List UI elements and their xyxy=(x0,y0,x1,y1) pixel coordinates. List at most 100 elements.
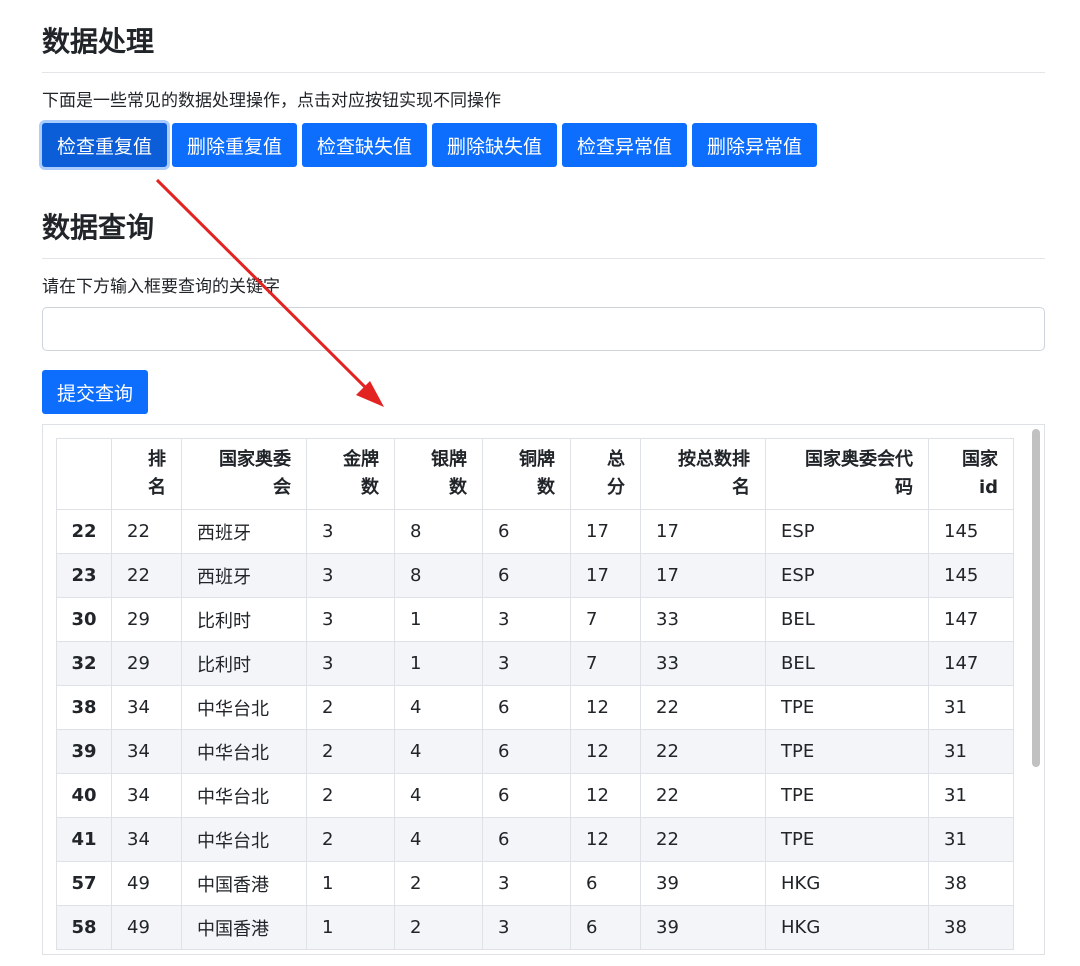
delete-outliers-button[interactable]: 删除异常值 xyxy=(692,123,818,167)
cell-rank-by-total: 22 xyxy=(640,773,766,818)
table-header-row: 排名国家奥委会金牌数银牌数铜牌数总分按总数排名国家奥委会代码国家 id xyxy=(56,438,1014,510)
cell-gold: 1 xyxy=(306,861,395,906)
column-header-bronze: 铜牌数 xyxy=(482,438,571,510)
cell-silver: 2 xyxy=(394,861,483,906)
cell-noc: 比利时 xyxy=(181,597,307,642)
cell-noc: 中国香港 xyxy=(181,861,307,906)
cell-noc-code: ESP xyxy=(765,553,929,598)
table-scrollbar[interactable] xyxy=(1032,429,1040,767)
section-title-processing: 数据处理 xyxy=(42,20,1045,73)
cell-bronze: 3 xyxy=(482,905,571,950)
cell-total: 6 xyxy=(570,861,641,906)
cell-index: 40 xyxy=(56,773,112,818)
cell-noc-code: HKG xyxy=(765,905,929,950)
cell-country-id: 31 xyxy=(928,773,1014,818)
cell-noc: 西班牙 xyxy=(181,509,307,554)
cell-gold: 2 xyxy=(306,773,395,818)
cell-silver: 2 xyxy=(394,905,483,950)
cell-noc: 比利时 xyxy=(181,641,307,686)
column-header-country-id: 国家 id xyxy=(928,438,1014,510)
keyword-search-input[interactable] xyxy=(42,307,1045,351)
cell-gold: 2 xyxy=(306,729,395,774)
cell-noc-code: BEL xyxy=(765,597,929,642)
cell-index: 57 xyxy=(56,861,112,906)
processing-button-group: 检查重复值 删除重复值 检查缺失值 删除缺失值 检查异常值 删除异常值 xyxy=(42,123,818,167)
cell-country-id: 31 xyxy=(928,729,1014,774)
cell-bronze: 6 xyxy=(482,729,571,774)
cell-rank-by-total: 22 xyxy=(640,817,766,862)
cell-rank: 34 xyxy=(111,685,182,730)
cell-gold: 3 xyxy=(306,509,395,554)
check-duplicates-button[interactable]: 检查重复值 xyxy=(42,123,168,167)
cell-total: 7 xyxy=(570,597,641,642)
cell-silver: 1 xyxy=(394,641,483,686)
cell-rank: 34 xyxy=(111,773,182,818)
cell-country-id: 38 xyxy=(928,905,1014,950)
cell-rank-by-total: 33 xyxy=(640,597,766,642)
table-row: 22 22 西班牙 3 8 6 17 17 ESP 145 xyxy=(56,509,1014,554)
cell-gold: 1 xyxy=(306,905,395,950)
cell-bronze: 3 xyxy=(482,597,571,642)
cell-rank: 29 xyxy=(111,641,182,686)
results-table-container[interactable]: 排名国家奥委会金牌数银牌数铜牌数总分按总数排名国家奥委会代码国家 id 22 22 西… xyxy=(42,424,1045,955)
cell-gold: 2 xyxy=(306,817,395,862)
table-row: 58 49 中国香港 1 2 3 6 39 HKG 38 xyxy=(56,905,1014,950)
table-row: 23 22 西班牙 3 8 6 17 17 ESP 145 xyxy=(56,553,1014,598)
cell-country-id: 147 xyxy=(928,641,1014,686)
cell-total: 6 xyxy=(570,905,641,950)
cell-gold: 3 xyxy=(306,597,395,642)
cell-country-id: 31 xyxy=(928,817,1014,862)
cell-bronze: 3 xyxy=(482,861,571,906)
cell-silver: 8 xyxy=(394,553,483,598)
cell-rank: 34 xyxy=(111,817,182,862)
cell-index: 39 xyxy=(56,729,112,774)
table-row: 30 29 比利时 3 1 3 7 33 BEL 147 xyxy=(56,597,1014,642)
cell-bronze: 6 xyxy=(482,773,571,818)
cell-noc-code: TPE xyxy=(765,685,929,730)
column-header-noc: 国家奥委会 xyxy=(181,438,307,510)
cell-rank-by-total: 39 xyxy=(640,905,766,950)
cell-country-id: 147 xyxy=(928,597,1014,642)
cell-total: 17 xyxy=(570,509,641,554)
cell-bronze: 6 xyxy=(482,685,571,730)
cell-noc-code: HKG xyxy=(765,861,929,906)
table-row: 38 34 中华台北 2 4 6 12 22 TPE 31 xyxy=(56,685,1014,730)
column-header-rank: 排名 xyxy=(111,438,182,510)
check-outliers-button[interactable]: 检查异常值 xyxy=(562,123,688,167)
cell-silver: 1 xyxy=(394,597,483,642)
delete-duplicates-button[interactable]: 删除重复值 xyxy=(172,123,298,167)
submit-query-button[interactable]: 提交查询 xyxy=(42,370,149,414)
column-header-gold: 金牌数 xyxy=(306,438,395,510)
cell-silver: 8 xyxy=(394,509,483,554)
table-row: 57 49 中国香港 1 2 3 6 39 HKG 38 xyxy=(56,861,1014,906)
cell-gold: 2 xyxy=(306,685,395,730)
cell-index: 41 xyxy=(56,817,112,862)
cell-rank: 22 xyxy=(111,553,182,598)
results-table: 排名国家奥委会金牌数银牌数铜牌数总分按总数排名国家奥委会代码国家 id 22 22 西… xyxy=(56,438,1014,950)
cell-noc: 中华台北 xyxy=(181,685,307,730)
cell-bronze: 6 xyxy=(482,509,571,554)
cell-rank-by-total: 33 xyxy=(640,641,766,686)
column-header-index xyxy=(56,438,112,510)
cell-gold: 3 xyxy=(306,553,395,598)
cell-bronze: 6 xyxy=(482,817,571,862)
cell-noc-code: ESP xyxy=(765,509,929,554)
check-missing-button[interactable]: 检查缺失值 xyxy=(302,123,428,167)
table-row: 40 34 中华台北 2 4 6 12 22 TPE 31 xyxy=(56,773,1014,818)
table-row: 41 34 中华台北 2 4 6 12 22 TPE 31 xyxy=(56,817,1014,862)
cell-bronze: 6 xyxy=(482,553,571,598)
cell-country-id: 145 xyxy=(928,553,1014,598)
cell-noc-code: BEL xyxy=(765,641,929,686)
cell-silver: 4 xyxy=(394,773,483,818)
column-header-total: 总分 xyxy=(570,438,641,510)
cell-noc: 中华台北 xyxy=(181,817,307,862)
delete-missing-button[interactable]: 删除缺失值 xyxy=(432,123,558,167)
cell-index: 23 xyxy=(56,553,112,598)
cell-silver: 4 xyxy=(394,817,483,862)
cell-rank: 49 xyxy=(111,905,182,950)
cell-silver: 4 xyxy=(394,729,483,774)
cell-noc-code: TPE xyxy=(765,729,929,774)
cell-rank: 49 xyxy=(111,861,182,906)
cell-rank-by-total: 17 xyxy=(640,509,766,554)
cell-total: 12 xyxy=(570,817,641,862)
